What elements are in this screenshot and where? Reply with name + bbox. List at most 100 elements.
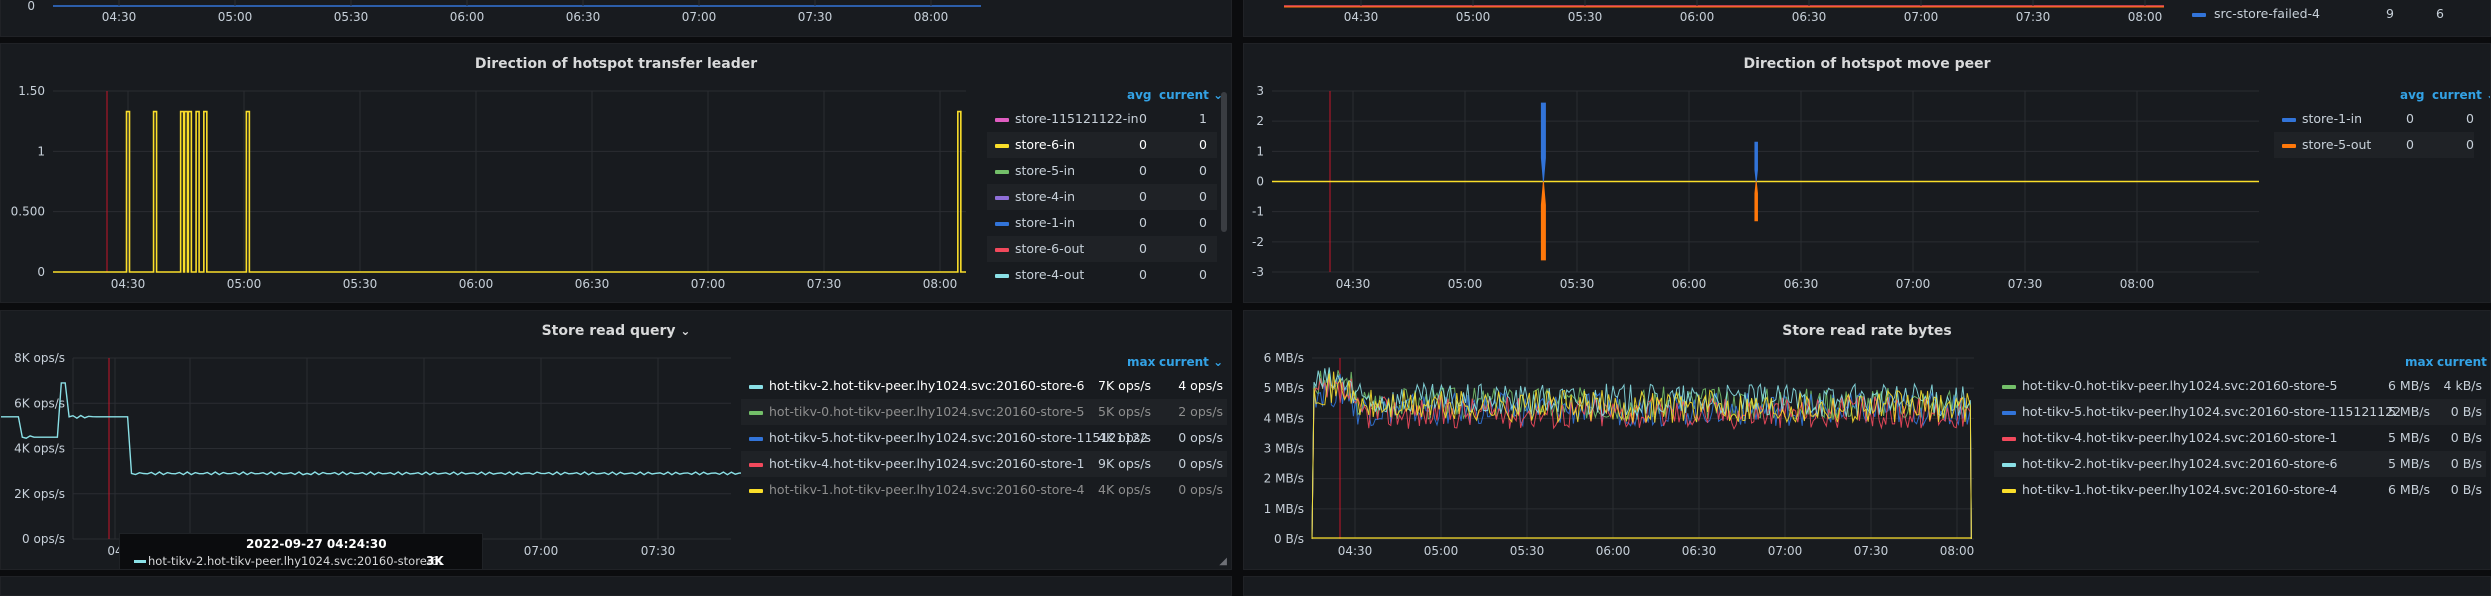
- legend-value: 0: [1139, 137, 1147, 152]
- move-peer-chart: -3 -2 -1 0 1 2 3 04:30 05:00 05:30 06:00 06:30 07:00…: [1252, 84, 2259, 291]
- legend-row[interactable]: src-store-failed-4 9 6: [2184, 1, 2484, 27]
- y-tick-label: 2K ops/s: [14, 487, 65, 501]
- store-read-rate-bytes-chart: 0 B/s 1 MB/s 2 MB/s 3 MB/s 4 MB/s 5 MB/s 6 MB/…: [1264, 351, 1975, 558]
- x-tick-label: 04:30: [1344, 10, 1379, 24]
- tooltip-value: 3K ops/s: [426, 554, 462, 569]
- legend-row[interactable]: store-4-in 0 0: [987, 184, 1217, 210]
- legend-value: 4 ops/s: [1178, 378, 1223, 393]
- legend-value: 0 B/s: [2450, 404, 2482, 419]
- legend-swatch: [995, 222, 1009, 226]
- legend-row[interactable]: hot-tikv-0.hot-tikv-peer.lhy1024.svc:201…: [1994, 373, 2486, 399]
- legend-value: 7K ops/s: [1098, 378, 1151, 393]
- legend-value: 0: [2406, 111, 2414, 126]
- x-tick-label: 04:30: [1336, 277, 1371, 291]
- x-tick-label: 05:30: [334, 10, 369, 24]
- series-spike-store-1-in: [1540, 102, 1546, 182]
- legend-row[interactable]: hot-tikv-5.hot-tikv-peer.lhy1024.svc:201…: [1994, 399, 2486, 425]
- y-tick-label: 1: [37, 144, 45, 158]
- legend-series-name: store-4-in: [1015, 189, 1075, 204]
- legend-series-name: hot-tikv-4.hot-tikv-peer.lhy1024.svc:201…: [2022, 430, 2338, 445]
- legend-value: 0 ops/s: [1178, 430, 1223, 445]
- x-tick-label: 04:30: [102, 10, 137, 24]
- legend-value: 0 B/s: [2450, 430, 2482, 445]
- x-tick-label: 08:00: [2128, 10, 2163, 24]
- legend-value: 0 B/s: [2450, 482, 2482, 497]
- legend-value: 0: [1199, 137, 1207, 152]
- resize-handle-icon[interactable]: ◢: [1219, 556, 1227, 567]
- legend-row[interactable]: hot-tikv-4.hot-tikv-peer.lhy1024.svc:201…: [1994, 425, 2486, 451]
- legend-swatch: [2282, 118, 2296, 122]
- series-line-store-6-in: [53, 110, 966, 273]
- legend-avg-header[interactable]: avg: [1127, 88, 1152, 102]
- tooltip-time: 2022-09-27 04:24:30: [246, 537, 387, 551]
- x-tick-label: 06:00: [1680, 10, 1715, 24]
- y-tick-label: 6K ops/s: [14, 396, 65, 410]
- legend-value: 2 ops/s: [1178, 404, 1223, 419]
- x-tick-label: 05:30: [1560, 277, 1595, 291]
- legend-row[interactable]: hot-tikv-5.hot-tikv-peer.lhy1024.svc:201…: [741, 425, 1227, 451]
- legend-series-name: hot-tikv-1.hot-tikv-peer.lhy1024.svc:201…: [2022, 482, 2338, 497]
- legend-row[interactable]: store-6-in 0 0: [987, 132, 1217, 158]
- legend-current-header[interactable]: current ⌄: [1159, 355, 1223, 369]
- legend-value: 9K ops/s: [1098, 456, 1151, 471]
- panel-top-right-partial: 04:30 05:00 05:30 06:00 06:30 07:00 07:30 08:00…: [1243, 0, 2491, 37]
- legend-row[interactable]: store-5-out 0 0: [2274, 132, 2474, 158]
- legend-value: 1: [1199, 111, 1207, 126]
- x-tick-label: 05:00: [1424, 544, 1459, 558]
- legend-swatch: [749, 489, 763, 493]
- legend-row[interactable]: hot-tikv-2.hot-tikv-peer.lhy1024.svc:201…: [1994, 451, 2486, 477]
- legend-swatch: [995, 118, 1009, 122]
- legend-swatch: [2002, 463, 2016, 467]
- x-tick-label: 07:00: [1904, 10, 1939, 24]
- y-tick-label: 2: [1256, 114, 1264, 128]
- y-tick-label: 2 MB/s: [1264, 472, 1304, 486]
- legend-value: 0: [1199, 215, 1207, 230]
- legend-value: 5 MB/s: [2387, 456, 2430, 471]
- legend-value: 0: [1199, 163, 1207, 178]
- x-tick-label: 07:30: [807, 277, 842, 291]
- legend-current-header[interactable]: current ⌄: [2432, 88, 2490, 102]
- legend-row[interactable]: store-1-in 0 0: [987, 210, 1217, 236]
- x-tick-label: 07:00: [691, 277, 726, 291]
- legend-series-name: store-1-in: [2302, 111, 2362, 126]
- x-tick-label: 06:30: [1682, 544, 1717, 558]
- legend-row[interactable]: store-1-in 0 0: [2274, 106, 2474, 132]
- series-spike-store-5-out: [1754, 181, 1758, 222]
- legend-value: 9: [2386, 6, 2394, 21]
- legend-scrollbar[interactable]: [1221, 92, 1227, 232]
- legend-current-header[interactable]: current ⌄: [1159, 88, 1223, 102]
- legend-series-name: store-1-in: [1015, 215, 1075, 230]
- legend-value: 0: [1139, 189, 1147, 204]
- legend-row[interactable]: hot-tikv-4.hot-tikv-peer.lhy1024.svc:201…: [741, 451, 1227, 477]
- y-tick-label: 3: [1256, 84, 1264, 98]
- y-tick-label: -3: [1252, 265, 1264, 279]
- legend-series-name: hot-tikv-0.hot-tikv-peer.lhy1024.svc:201…: [769, 404, 1085, 419]
- legend-row[interactable]: store-4-out 0 0: [987, 262, 1217, 288]
- x-tick-label: 05:00: [1456, 10, 1491, 24]
- legend-current-header[interactable]: current ⌄: [2437, 355, 2490, 369]
- legend-row[interactable]: store-5-in 0 0: [987, 158, 1217, 184]
- x-tick-label: 05:00: [1448, 277, 1483, 291]
- legend-max-header[interactable]: max: [2405, 355, 2433, 369]
- legend-row[interactable]: hot-tikv-1.hot-tikv-peer.lhy1024.svc:201…: [1994, 477, 2486, 503]
- x-tick-label: 06:30: [1784, 277, 1819, 291]
- legend-value: 0: [1199, 241, 1207, 256]
- legend-swatch: [995, 274, 1009, 278]
- legend-current-label: current: [2437, 355, 2487, 369]
- legend-value: 0: [1139, 267, 1147, 282]
- legend-avg-header[interactable]: avg: [2400, 88, 2425, 102]
- legend-row[interactable]: store-115121122-in 0 1: [987, 106, 1217, 132]
- x-tick-label: 07:30: [641, 544, 676, 558]
- legend-max-header[interactable]: max: [1127, 355, 1155, 369]
- legend-current-label: current: [2432, 88, 2482, 102]
- x-tick-label: 04:30: [1338, 544, 1373, 558]
- legend-row[interactable]: hot-tikv-0.hot-tikv-peer.lhy1024.svc:201…: [741, 399, 1227, 425]
- legend-row[interactable]: store-6-out 0 0: [987, 236, 1217, 262]
- legend-value: 5 MB/s: [2387, 404, 2430, 419]
- legend-row[interactable]: hot-tikv-1.hot-tikv-peer.lhy1024.svc:201…: [741, 477, 1227, 503]
- chevron-down-icon: ⌄: [2486, 88, 2490, 102]
- legend-swatch: [749, 411, 763, 415]
- legend-row[interactable]: hot-tikv-2.hot-tikv-peer.lhy1024.svc:201…: [741, 373, 1227, 399]
- legend-current-label: current: [1159, 88, 1209, 102]
- x-tick-label: 07:30: [2016, 10, 2051, 24]
